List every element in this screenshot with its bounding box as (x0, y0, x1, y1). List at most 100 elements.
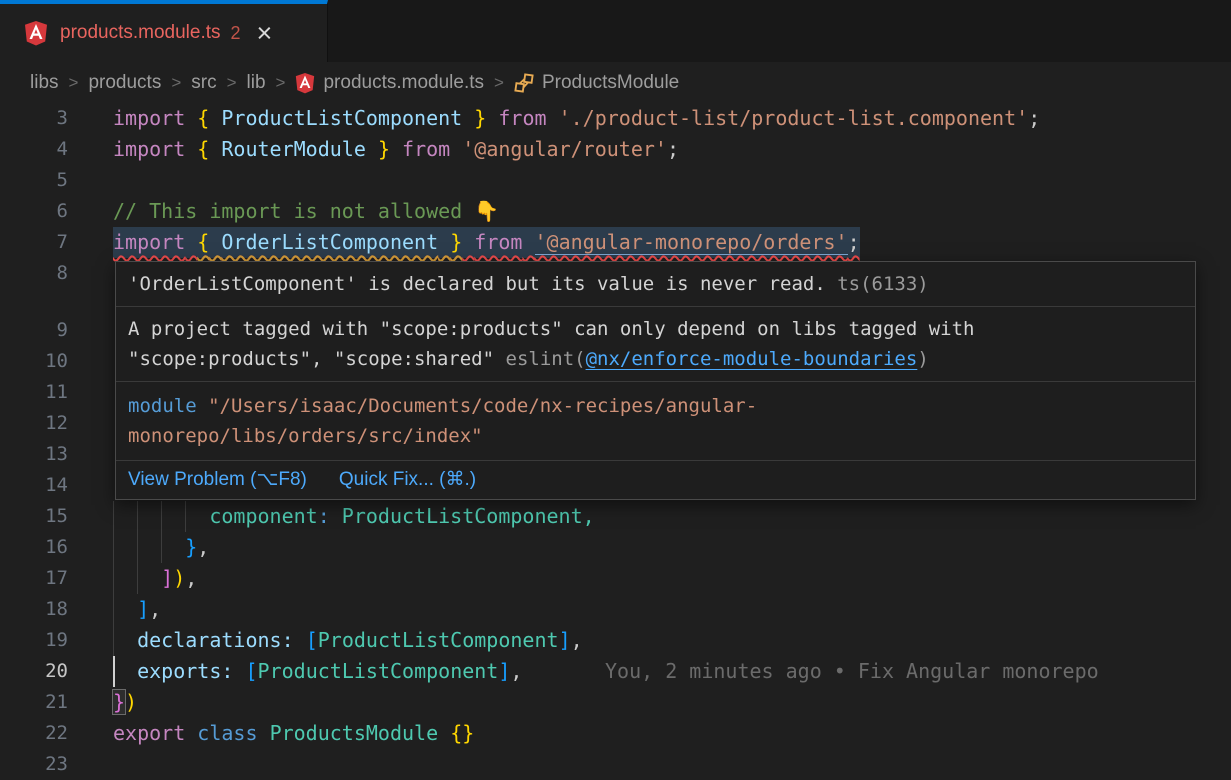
hover-text: eslint( (506, 348, 586, 370)
token (209, 137, 221, 161)
code-text: declarations: [ProductListComponent], (113, 625, 583, 656)
code-line-20[interactable]: exports: [ProductListComponent], (113, 656, 522, 687)
line-number: 12 (0, 408, 68, 439)
code-text: ], (113, 594, 161, 625)
token: , (149, 597, 161, 621)
code-line-4[interactable]: import { RouterModule } from '@angular/r… (113, 134, 679, 165)
line-number: 11 (0, 377, 68, 408)
code-text: }) (113, 687, 137, 718)
token (209, 106, 221, 130)
token (185, 230, 197, 254)
token: ) (173, 566, 185, 590)
token: ] (137, 597, 149, 621)
git-blame-annotation: You, 2 minutes ago • Fix Angular monorep… (605, 656, 1099, 687)
hover-text-line: "scope:products", "scope:shared" eslint(… (128, 344, 1183, 374)
token: ProductListComponent (258, 659, 499, 683)
token (185, 106, 197, 130)
line-number: 20 (0, 656, 68, 687)
token (113, 535, 185, 559)
hover-text: ts(6133) (826, 273, 929, 295)
code-line-21[interactable]: }) (113, 687, 137, 718)
code-text: // This import is not allowed 👇 (113, 196, 499, 227)
token: , (185, 566, 197, 590)
module-info: module "/Users/isaac/Documents/code/nx-r… (116, 382, 1195, 461)
hover-actions: View Problem (⌥F8) Quick Fix... (⌘.) (116, 461, 1195, 499)
hover-text: 'OrderListComponent' is declared but its… (128, 273, 826, 295)
token (258, 721, 270, 745)
token (438, 230, 450, 254)
token: './product-list/product-list.component' (559, 106, 1029, 130)
token: '@angular/router' (462, 137, 667, 161)
line-number: 9 (0, 315, 68, 346)
token (209, 230, 221, 254)
token: component (209, 504, 317, 528)
code-line-17[interactable]: ]), (113, 563, 197, 594)
hover-text: ) (917, 348, 928, 370)
eslint-rule-link[interactable]: @nx/enforce-module-boundaries (586, 348, 918, 370)
line-number: 15 (0, 501, 68, 532)
token: import (113, 230, 185, 254)
hover-text: A project tagged with "scope:products" c… (128, 318, 974, 340)
line-number: 13 (0, 439, 68, 470)
line-number: 4 (0, 134, 68, 165)
line-number: 21 (0, 687, 68, 718)
code-text: exports: [ProductListComponent], (113, 656, 522, 687)
line-number: 7 (0, 227, 68, 258)
code-line-15[interactable]: component: ProductListComponent, (113, 501, 595, 532)
token: declarations (137, 628, 282, 652)
token: ] (559, 628, 571, 652)
vscode-window: products.module.ts 2 × libs>products>src… (0, 0, 1231, 780)
token: from (402, 137, 450, 161)
token: [ (245, 659, 257, 683)
code-text: }, (113, 532, 209, 563)
code-text: import { OrderListComponent } from '@ang… (113, 227, 860, 258)
code-line-22[interactable]: export class ProductsModule {} (113, 718, 474, 749)
token (294, 628, 306, 652)
line-number: 19 (0, 625, 68, 656)
hover-text: monorepo/libs/orders/src/index" (128, 425, 483, 447)
token: {} (450, 721, 474, 745)
hover-text: module (128, 395, 208, 417)
token (330, 504, 342, 528)
hover-text-line: monorepo/libs/orders/src/index" (128, 421, 1183, 451)
line-number: 18 (0, 594, 68, 625)
code-line-16[interactable]: }, (113, 532, 209, 563)
token: OrderListComponent (221, 230, 438, 254)
hover-sections: 'OrderListComponent' is declared but its… (116, 262, 1195, 461)
view-problem-link[interactable]: View Problem (⌥F8) (128, 468, 307, 491)
hover-text-line: A project tagged with "scope:products" c… (128, 314, 1183, 344)
token: '@angular-monorepo/orders' (535, 230, 848, 255)
token: ProductListComponent (342, 504, 583, 528)
line-number: 16 (0, 532, 68, 563)
hover-text-line: 'OrderListComponent' is declared but its… (128, 269, 1183, 299)
token: import (113, 137, 185, 161)
token: , (197, 535, 209, 559)
token: { (197, 230, 209, 254)
code-line-18[interactable]: ], (113, 594, 161, 625)
token: ProductsModule (270, 721, 439, 745)
code-line-19[interactable]: declarations: [ProductListComponent], (113, 625, 583, 656)
code-text: component: ProductListComponent, (113, 501, 595, 532)
line-number: 5 (0, 165, 68, 196)
token: ProductListComponent (318, 628, 559, 652)
token: ; (1028, 106, 1040, 130)
token: : (318, 504, 330, 528)
quick-fix-link[interactable]: Quick Fix... (⌘.) (339, 468, 476, 491)
code-line-3[interactable]: import { ProductListComponent } from './… (113, 103, 1040, 134)
token: , (510, 659, 522, 683)
token: : (282, 628, 294, 652)
token (486, 106, 498, 130)
code-line-6[interactable]: // This import is not allowed 👇 (113, 196, 499, 227)
line-number: 22 (0, 718, 68, 749)
line-number: 3 (0, 103, 68, 134)
token: 👇 (474, 199, 499, 223)
code-text: import { RouterModule } from '@angular/r… (113, 134, 679, 165)
code-line-7[interactable]: import { OrderListComponent } from '@ang… (113, 227, 860, 258)
token: [ (306, 628, 318, 652)
token (185, 137, 197, 161)
token: } (378, 137, 390, 161)
token (113, 504, 209, 528)
token: } (113, 690, 125, 714)
line-number: 6 (0, 196, 68, 227)
token: { (197, 137, 209, 161)
